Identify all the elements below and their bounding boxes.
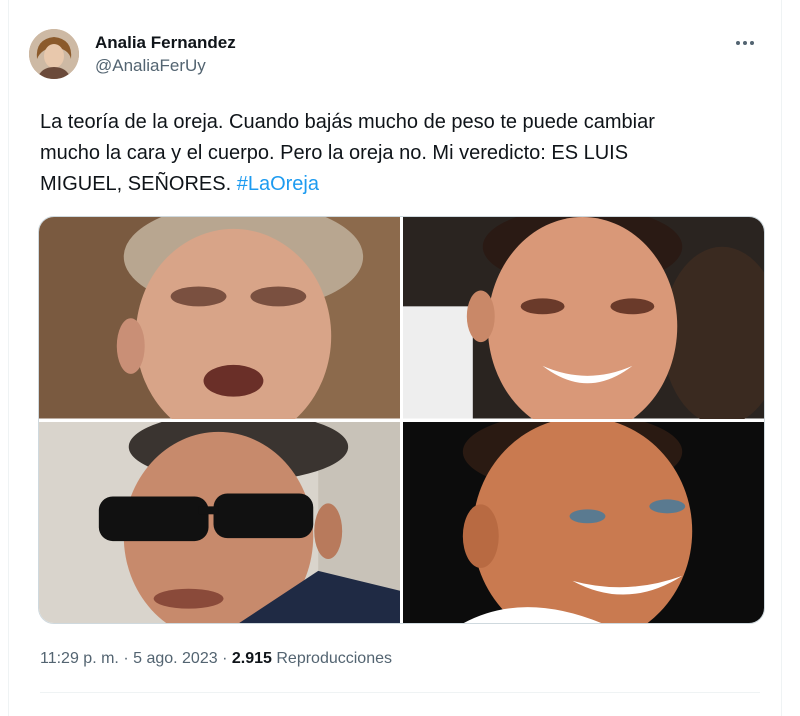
views-label: Reproducciones (276, 650, 392, 667)
views-count: 2.915 (231, 650, 272, 667)
tweet-card[interactable]: Analia Fernandez @AnaliaFerUy La teoría … (8, 0, 782, 716)
avatar[interactable] (29, 29, 79, 79)
meta-separator-2: · (222, 650, 228, 667)
tweet-text: La teoría de la oreja. Cuando bajás much… (40, 107, 750, 200)
photo-3[interactable] (39, 421, 400, 623)
tweet-body: La teoría de la oreja. Cuando bajás much… (40, 111, 655, 195)
display-name[interactable]: Analia Fernandez (95, 32, 236, 54)
user-handle[interactable]: @AnaliaFerUy (95, 54, 236, 78)
photo-2[interactable] (403, 217, 764, 419)
user-info: Analia Fernandez @AnaliaFerUy (95, 32, 236, 78)
tweet-header: Analia Fernandez @AnaliaFerUy (29, 29, 759, 89)
photo-4[interactable] (403, 421, 764, 623)
media-grid (38, 216, 765, 624)
meta-separator: · (123, 650, 129, 667)
tweet-date[interactable]: 5 ago. 2023 (133, 650, 218, 667)
photo-1[interactable] (39, 217, 400, 419)
tweet-meta: 11:29 p. m. · 5 ago. 2023 · 2.915 Reprod… (40, 648, 392, 670)
hashtag-link[interactable]: #LaOreja (237, 173, 319, 195)
tweet-time[interactable]: 11:29 p. m. (40, 650, 119, 667)
divider (40, 692, 760, 693)
more-horizontal-icon[interactable] (731, 33, 759, 53)
